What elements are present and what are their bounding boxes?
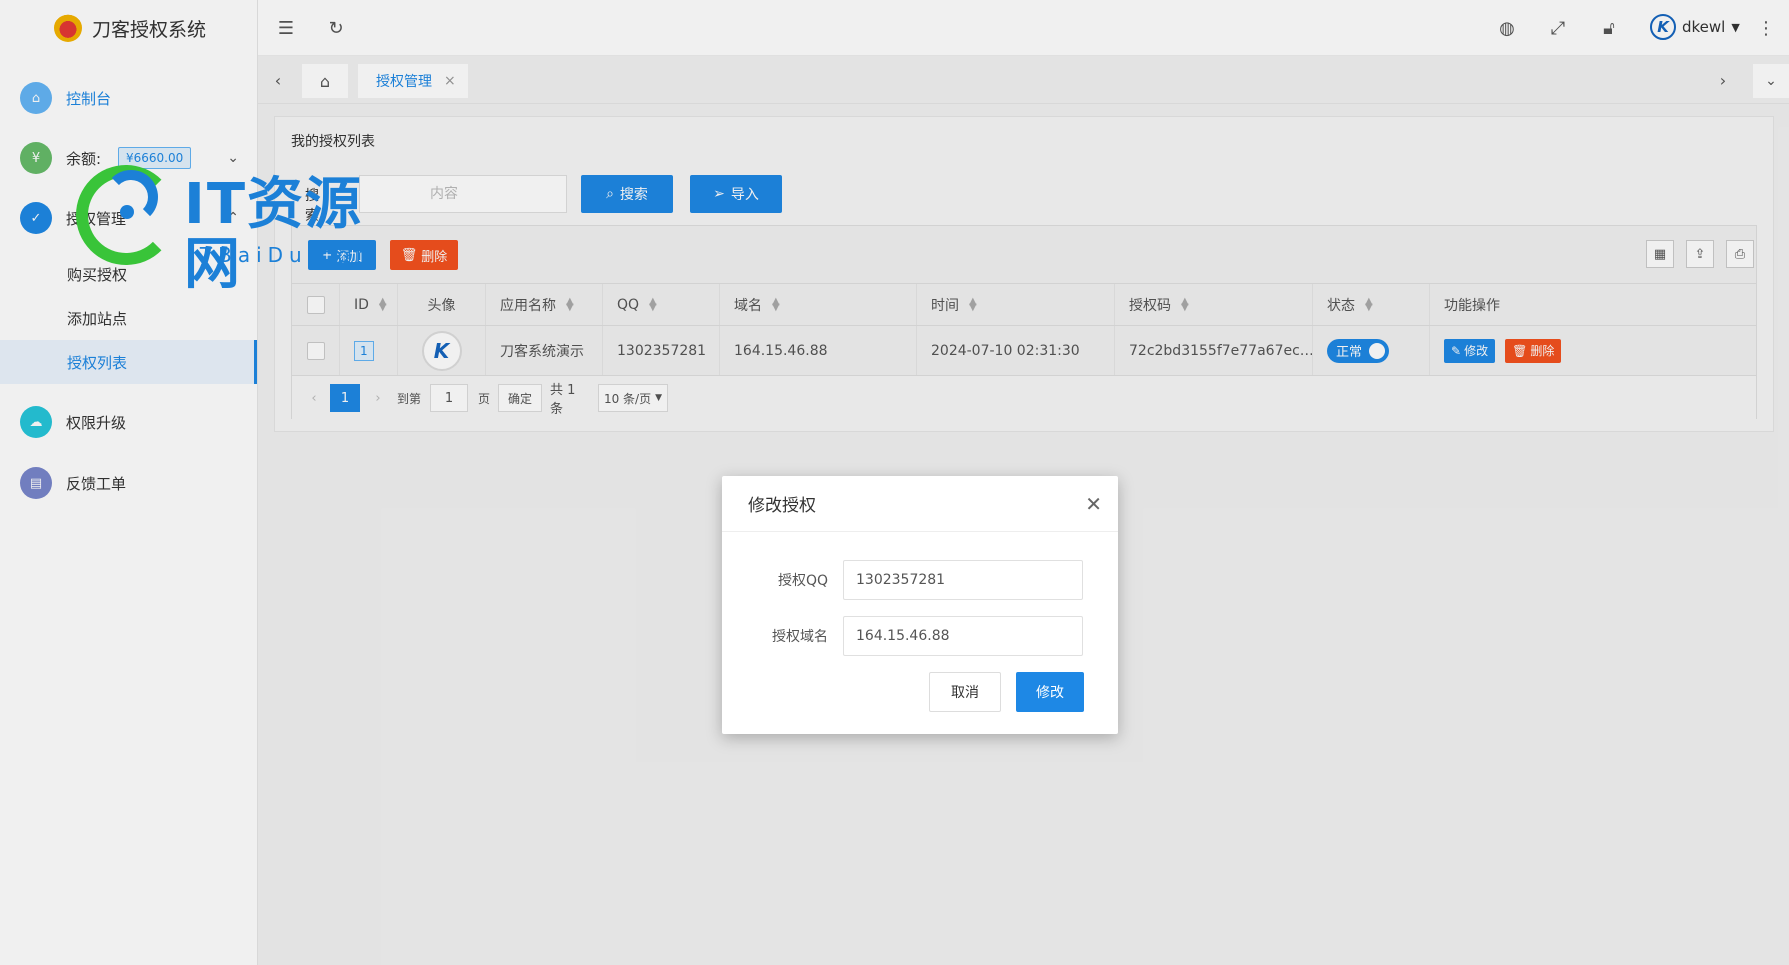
qq-input[interactable]: 1302357281	[843, 560, 1083, 600]
modal-title: 修改授权	[748, 496, 816, 516]
domain-label: 授权域名	[772, 629, 828, 645]
edit-auth-modal: 修改授权 ✕ 授权QQ 1302357281 授权域名 164.15.46.88…	[722, 476, 1118, 734]
cancel-button[interactable]: 取消	[929, 672, 1001, 712]
qq-label: 授权QQ	[777, 573, 828, 589]
submit-button[interactable]: 修改	[1016, 672, 1084, 712]
close-icon[interactable]: ✕	[1085, 492, 1102, 516]
modal-header: 修改授权 ✕	[722, 476, 1118, 532]
domain-input[interactable]: 164.15.46.88	[843, 616, 1083, 656]
